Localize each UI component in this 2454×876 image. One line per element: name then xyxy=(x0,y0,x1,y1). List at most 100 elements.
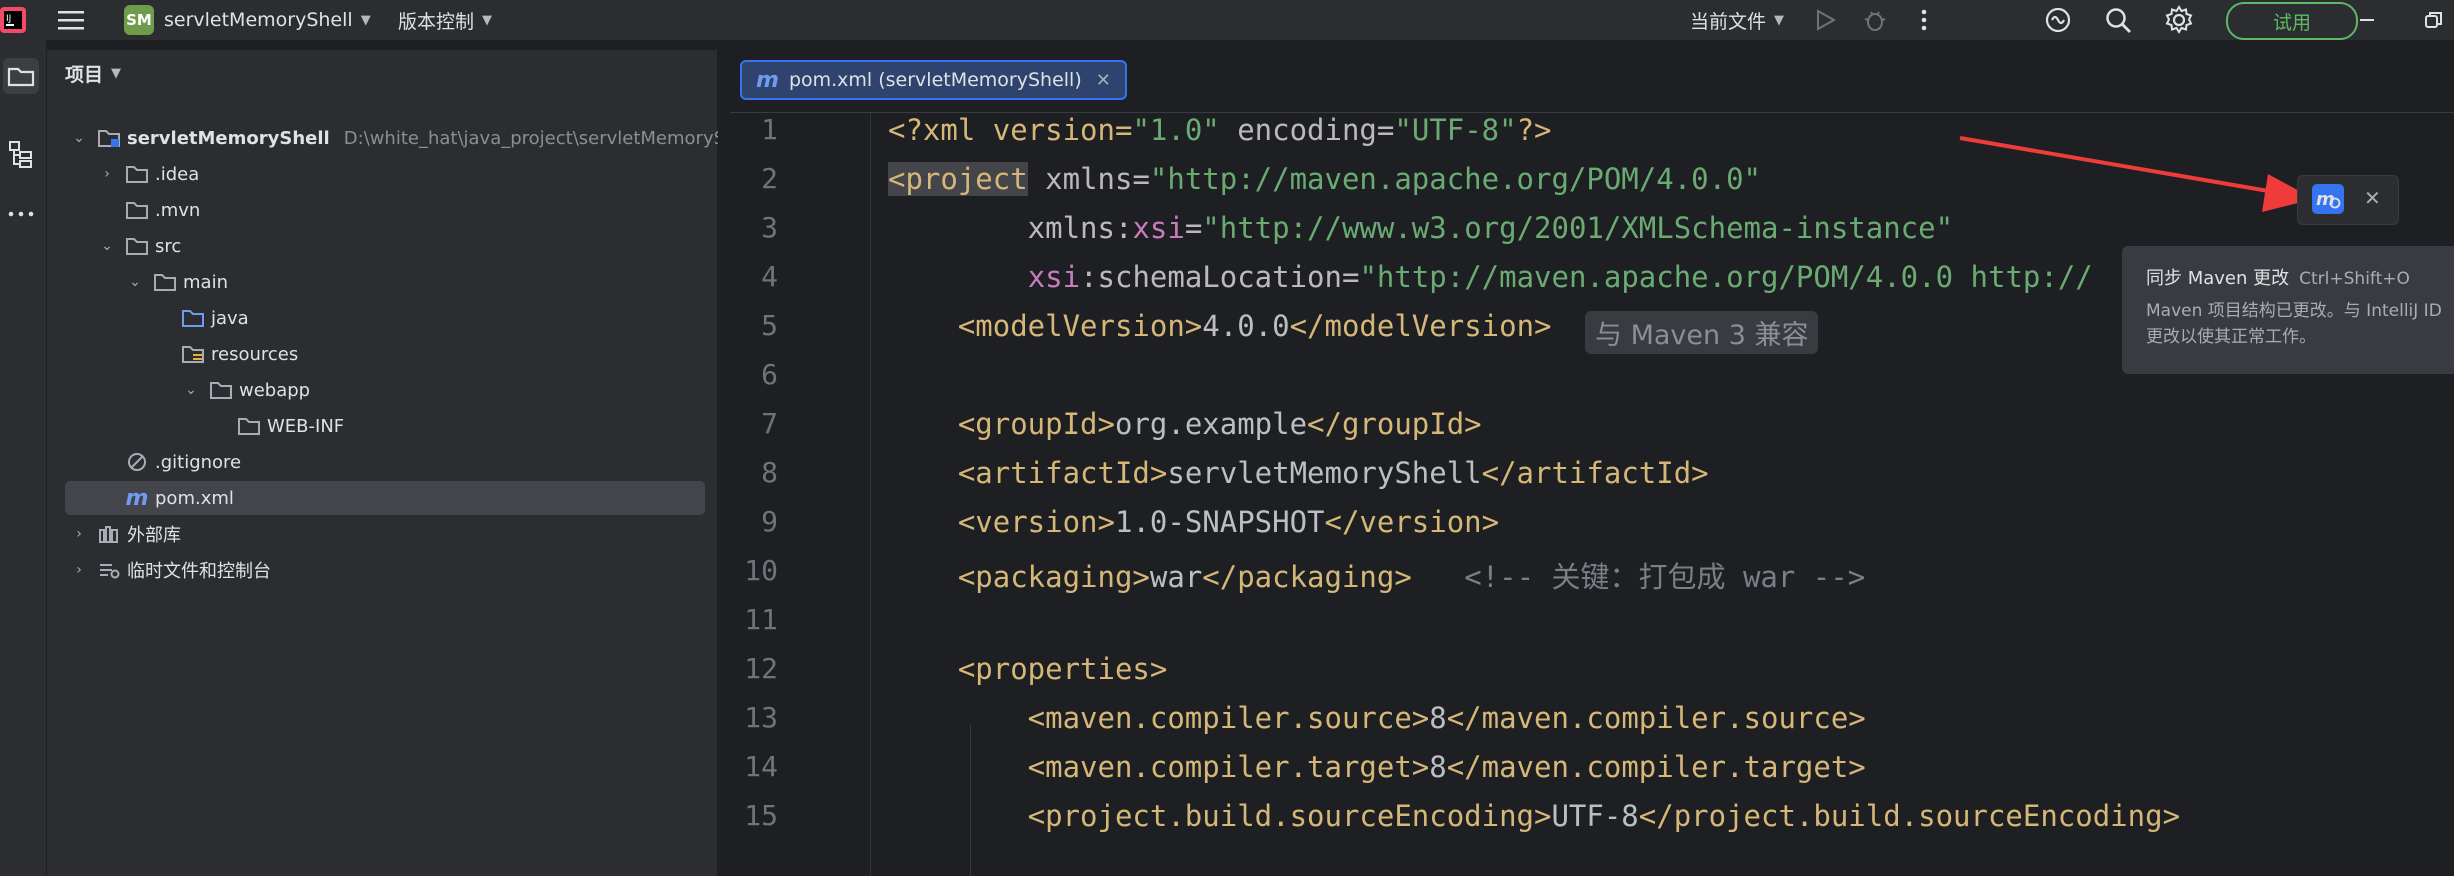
tab-pom-xml[interactable]: m pom.xml (servletMemoryShell) ✕ xyxy=(740,60,1127,100)
tree-item-idea[interactable]: › .idea xyxy=(97,157,199,191)
tree-item-web-inf[interactable]: WEB-INF xyxy=(209,409,344,443)
tree-item-label: WEB-INF xyxy=(267,415,345,437)
ignore-file-icon xyxy=(125,452,149,472)
tree-item-gitignore[interactable]: .gitignore xyxy=(97,445,241,479)
code-editor[interactable]: <?xml version="1.0" encoding="UTF-8"?> <… xyxy=(870,113,2454,876)
line-number: 6 xyxy=(761,358,778,391)
minimize-icon[interactable] xyxy=(2358,0,2376,40)
chevron-right-icon: › xyxy=(76,562,82,578)
code-line-1: <?xml version="1.0" encoding="UTF-8"?> xyxy=(888,113,1552,147)
tree-item-label: 外部库 xyxy=(127,525,181,546)
tree-item-java[interactable]: java xyxy=(153,301,249,335)
tree-item-resources[interactable]: resources xyxy=(153,337,298,371)
maven-sync-tooltip: 同步 Maven 更改 Ctrl+Shift+O Maven 项目结构已更改。与 … xyxy=(2122,246,2454,374)
chevron-down-icon: ⌄ xyxy=(129,274,141,290)
debug-icon[interactable] xyxy=(1862,0,1888,40)
code-line-10: <packaging>war</packaging> <!-- 关键：打包成 w… xyxy=(888,560,1866,594)
svg-text:IJ: IJ xyxy=(6,14,11,24)
chevron-down-icon: ▼ xyxy=(111,66,122,81)
tab-label: pom.xml (servletMemoryShell) xyxy=(788,69,1082,91)
chevron-down-icon: ⌄ xyxy=(73,130,85,146)
line-number: 12 xyxy=(744,652,778,685)
project-folder-icon[interactable] xyxy=(3,58,39,94)
structure-icon[interactable] xyxy=(3,136,39,172)
code-line-3: xmlns:xsi="http://www.w3.org/2001/XMLSch… xyxy=(888,211,1954,245)
code-line-15: <project.build.sourceEncoding>UTF-8</pro… xyxy=(888,799,2181,833)
panel-divider[interactable] xyxy=(718,40,730,876)
folder-icon xyxy=(153,272,177,292)
tree-item-webapp[interactable]: ⌄ webapp xyxy=(181,373,310,407)
tree-item-mvn[interactable]: .mvn xyxy=(97,193,200,227)
code-line-12: <properties> xyxy=(888,652,1168,686)
more-tool-windows-icon[interactable] xyxy=(3,196,39,232)
folder-icon xyxy=(125,200,149,220)
tree-item-label: webapp xyxy=(239,379,311,401)
code-line-14: <maven.compiler.target>8</maven.compiler… xyxy=(888,750,1866,784)
code-line-7: <groupId>org.example</groupId> xyxy=(888,407,1482,441)
tool-window-strip xyxy=(0,40,47,876)
tree-item-scratches[interactable]: › 临时文件和控制台 xyxy=(69,553,271,587)
title-bar: IJ SM servletMemoryShell ▼ 版本控制 ▼ 当前文件 ▼… xyxy=(0,0,2454,40)
run-config-selector[interactable]: 当前文件 ▼ xyxy=(1690,0,1784,40)
library-icon xyxy=(97,524,121,544)
gutter-separator xyxy=(870,113,871,876)
code-line-4: xsi:schemaLocation="http://maven.apache.… xyxy=(1027,260,2093,294)
tree-item-pom-xml[interactable]: m pom.xml xyxy=(97,481,234,515)
line-number: 7 xyxy=(761,407,778,440)
project-panel-header[interactable]: 项目 ▼ xyxy=(65,60,121,87)
main-menu-icon[interactable] xyxy=(58,0,84,40)
intellij-logo-icon: IJ xyxy=(0,0,30,40)
tree-item-label: .gitignore xyxy=(155,451,242,473)
tree-item-external-libraries[interactable]: › 外部库 xyxy=(69,517,181,551)
inlay-hint: 与 Maven 3 兼容 xyxy=(1585,311,1819,354)
source-folder-icon xyxy=(181,308,205,328)
vcs-menu[interactable]: 版本控制 ▼ xyxy=(398,0,492,40)
tree-item-src[interactable]: ⌄ src xyxy=(97,229,181,263)
project-path: D:\white_hat\java_project\servletMemoryS… xyxy=(343,127,758,149)
project-switcher[interactable]: SM servletMemoryShell ▼ xyxy=(124,0,371,40)
tree-item-label: src xyxy=(155,235,182,257)
line-number: 11 xyxy=(744,603,778,636)
annotation-arrow xyxy=(1959,136,2314,212)
maven-sync-icon[interactable]: m xyxy=(2312,184,2344,214)
maven-m-icon: m xyxy=(756,67,779,93)
trial-button[interactable]: 试用 xyxy=(2226,2,2358,40)
code-line-2: <project xmlns="http://maven.apache.org/… xyxy=(888,162,1761,196)
chevron-right-icon: › xyxy=(76,526,82,542)
panel-title: 项目 xyxy=(65,64,104,86)
more-actions-icon[interactable] xyxy=(1920,0,1928,40)
run-icon[interactable] xyxy=(1814,0,1836,40)
chevron-down-icon: ▼ xyxy=(482,12,493,28)
line-number: 15 xyxy=(744,799,778,832)
maven-m-icon: m xyxy=(125,485,149,511)
folder-icon xyxy=(237,416,261,436)
project-name: servletMemoryShell xyxy=(164,9,353,31)
close-tab-icon[interactable]: ✕ xyxy=(1096,70,1111,91)
chevron-down-icon: ⌄ xyxy=(185,382,197,398)
folder-icon xyxy=(125,164,149,184)
line-number: 8 xyxy=(761,456,778,489)
tree-item-label: servletMemoryShell xyxy=(127,127,330,149)
line-number: 9 xyxy=(761,505,778,538)
tooltip-shortcut: Ctrl+Shift+O xyxy=(2299,269,2410,289)
restore-window-icon[interactable] xyxy=(2424,0,2444,40)
code-line-9: <version>1.0-SNAPSHOT</version> xyxy=(888,505,1500,539)
code-line-5: <modelVersion>4.0.0</modelVersion> xyxy=(888,309,1552,343)
search-icon[interactable] xyxy=(2104,0,2132,40)
settings-gear-icon[interactable] xyxy=(2164,0,2194,40)
tree-item-project-root[interactable]: ⌄ servletMemoryShell D:\white_hat\java_p… xyxy=(69,121,758,155)
chevron-down-icon: ⌄ xyxy=(101,238,113,254)
line-number: 3 xyxy=(761,211,778,244)
line-number: 4 xyxy=(761,260,778,293)
line-number: 5 xyxy=(761,309,778,342)
tooltip-body: Maven 项目结构已更改。与 IntelliJ ID 更改以使其正常工作。 xyxy=(2146,301,2442,347)
tree-item-main[interactable]: ⌄ main xyxy=(125,265,228,299)
line-number: 10 xyxy=(744,554,778,587)
chevron-right-icon: › xyxy=(104,166,110,182)
close-icon[interactable]: ✕ xyxy=(2364,186,2381,210)
ai-assistant-icon[interactable] xyxy=(2044,0,2072,40)
line-number: 1 xyxy=(761,113,778,146)
line-number: 2 xyxy=(761,162,778,195)
tree-item-label: java xyxy=(211,307,249,329)
line-number: 13 xyxy=(744,701,778,734)
